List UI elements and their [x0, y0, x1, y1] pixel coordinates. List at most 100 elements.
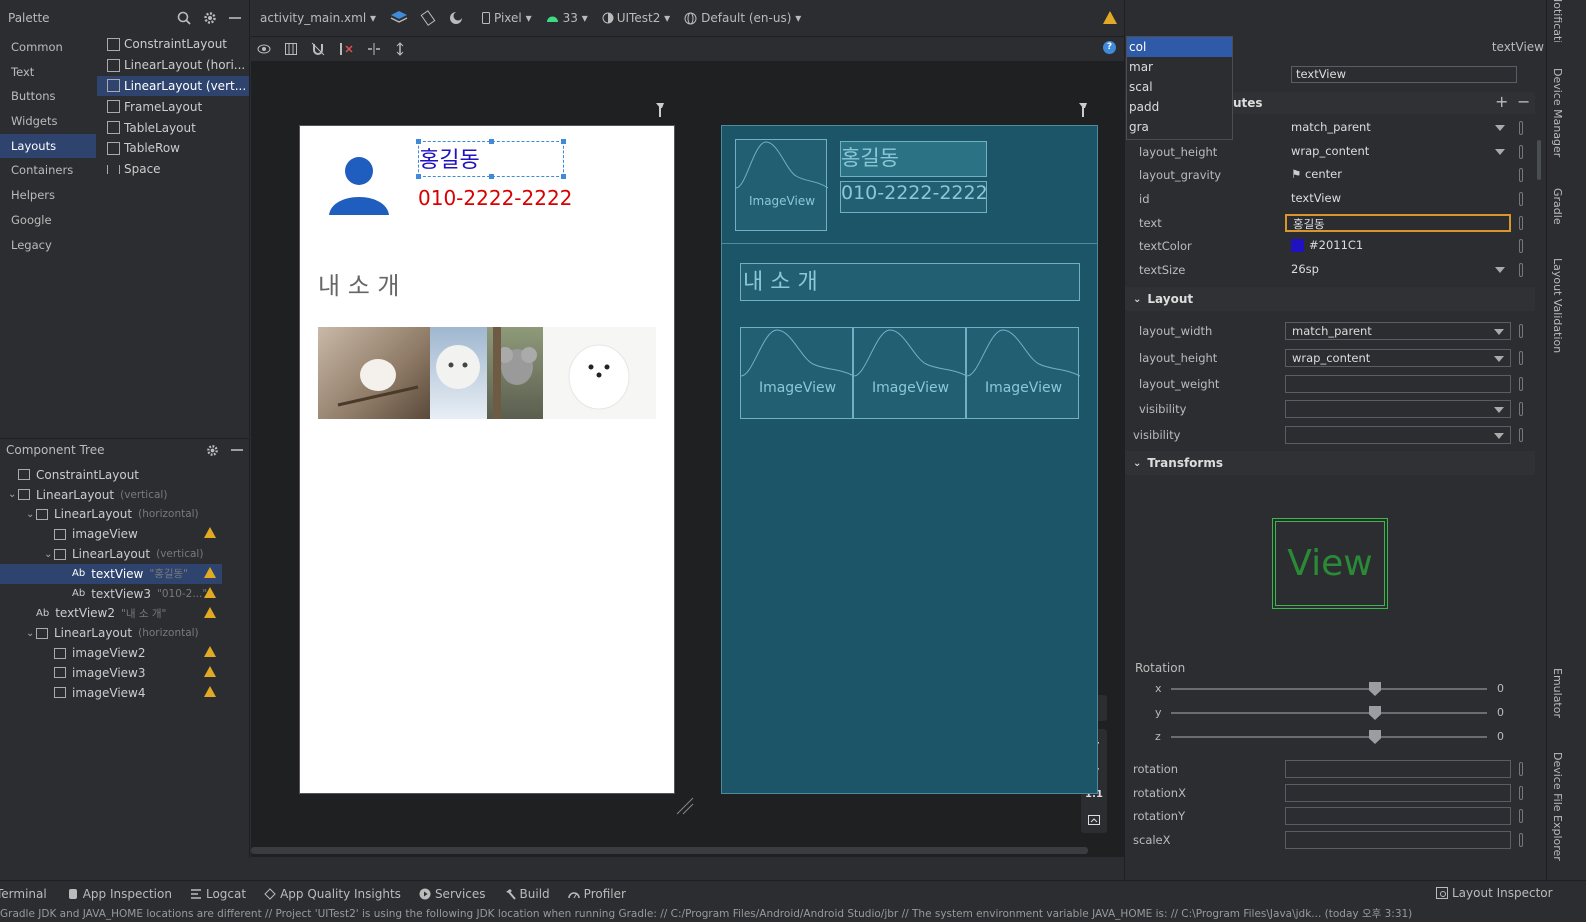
bird-image[interactable]	[318, 327, 430, 419]
tool-terminal[interactable]: Terminal	[0, 887, 47, 901]
warning-icon[interactable]	[204, 685, 216, 697]
tree-row[interactable]: ConstraintLayout	[0, 465, 222, 485]
attributes-scrollbar[interactable]	[1537, 140, 1541, 180]
pin-icon[interactable]	[1077, 102, 1089, 118]
autocomplete-item[interactable]: gra	[1127, 117, 1232, 137]
tool-build[interactable]: Build	[504, 887, 550, 901]
search-icon[interactable]	[177, 11, 191, 25]
id-field-top[interactable]: textView	[1291, 66, 1517, 83]
slider-thumb[interactable]	[1369, 730, 1381, 744]
warning-icon[interactable]	[204, 586, 216, 598]
tool-device-file-explorer[interactable]: Device File Explorer	[1551, 752, 1564, 861]
api-selector[interactable]: 33 ▾	[546, 11, 588, 25]
bp-imageview[interactable]: ImageView	[966, 327, 1080, 419]
gear-icon[interactable]	[206, 444, 219, 457]
resource-picker-button[interactable]	[1519, 376, 1523, 391]
slider-thumb[interactable]	[1369, 682, 1381, 696]
status-line[interactable]: Gradle JDK and JAVA_HOME locations are d…	[0, 906, 1586, 922]
resource-picker-button[interactable]	[1519, 215, 1523, 230]
tool-layout-validation[interactable]: Layout Validation	[1551, 258, 1564, 353]
minimize-icon[interactable]	[231, 444, 243, 456]
attribute-value-field[interactable]	[1285, 425, 1511, 444]
attribute-value-field[interactable]	[1285, 830, 1511, 849]
palette-category-legacy[interactable]: Legacy	[0, 233, 96, 258]
minimize-icon[interactable]	[229, 12, 241, 24]
resource-picker-button[interactable]	[1519, 323, 1523, 338]
tree-row[interactable]: Ab textView "홍길동"	[0, 563, 222, 584]
resource-picker-button[interactable]	[1519, 785, 1523, 800]
attribute-value-field[interactable]: 홍길동	[1285, 213, 1511, 232]
palette-category-layouts[interactable]: Layouts	[0, 133, 96, 159]
tree-row[interactable]: imageView4	[0, 683, 222, 703]
warning-icon[interactable]	[1103, 11, 1117, 24]
palette-item[interactable]: LinearLayout (hori...	[97, 55, 249, 76]
attribute-value-field[interactable]: 26sp	[1285, 260, 1511, 279]
attribute-value-field[interactable]: textView	[1285, 189, 1511, 208]
palette-category-buttons[interactable]: Buttons	[0, 84, 96, 109]
magnet-off-icon[interactable]	[311, 42, 325, 56]
palette-category-common[interactable]: Common	[0, 35, 96, 60]
resource-picker-button[interactable]	[1519, 120, 1523, 135]
tree-row[interactable]: imageView	[0, 524, 222, 544]
warning-icon[interactable]	[204, 527, 216, 539]
slider-thumb[interactable]	[1369, 706, 1381, 720]
tool-logcat[interactable]: Logcat	[190, 887, 246, 901]
palette-category-text[interactable]: Text	[0, 60, 96, 85]
tool-services[interactable]: Services	[419, 887, 486, 901]
palette-category-widgets[interactable]: Widgets	[0, 109, 96, 134]
palette-item[interactable]: LinearLayout (vert...	[97, 75, 249, 97]
transforms-section-header[interactable]: ⌄ Transforms	[1125, 451, 1535, 475]
tool-profiler[interactable]: Profiler	[567, 887, 626, 901]
add-attribute-button[interactable]: +	[1495, 92, 1508, 111]
person-icon[interactable]	[328, 155, 390, 217]
resize-handle-icon[interactable]	[675, 796, 695, 816]
tool-emulator[interactable]: Emulator	[1551, 668, 1564, 718]
design-preview[interactable]: 홍길동 010-2222-2222 내 소 개	[299, 125, 675, 794]
chevron-down-icon[interactable]: ⌄	[8, 489, 18, 500]
resource-picker-button[interactable]	[1519, 427, 1523, 442]
resource-picker-button[interactable]	[1519, 832, 1523, 847]
layout-section-header[interactable]: ⌄ Layout	[1125, 287, 1535, 311]
attribute-value-field[interactable]: ⚑ center	[1285, 166, 1511, 185]
warning-icon[interactable]	[204, 566, 216, 578]
orientation-icon[interactable]	[420, 10, 436, 26]
chevron-down-icon[interactable]: ⌄	[44, 549, 54, 560]
tool-app-quality[interactable]: App Quality Insights	[264, 887, 401, 901]
autocomplete-item[interactable]: padd	[1127, 97, 1232, 117]
palette-item[interactable]: TableRow	[97, 138, 249, 159]
resource-picker-button[interactable]	[1519, 168, 1523, 183]
resource-picker-button[interactable]	[1519, 809, 1523, 824]
night-mode-icon[interactable]	[448, 10, 464, 26]
rotation-slider[interactable]	[1171, 706, 1487, 720]
attribute-value-field[interactable]	[1285, 374, 1511, 393]
tree-row[interactable]: Ab textView3 "010-2..."	[0, 584, 222, 604]
tool-app-inspection[interactable]: App Inspection	[67, 887, 172, 901]
pin-icon[interactable]	[654, 102, 666, 118]
help-icon[interactable]: ?	[1103, 41, 1116, 54]
selected-textview[interactable]: 홍길동	[416, 139, 566, 179]
resource-picker-button[interactable]	[1519, 761, 1523, 776]
autocomplete-item[interactable]: col	[1127, 37, 1232, 57]
resource-picker-button[interactable]	[1519, 262, 1523, 277]
pack-vertical-icon[interactable]	[395, 42, 405, 56]
koala-image[interactable]	[487, 327, 543, 419]
theme-selector[interactable]: UITest2 ▾	[602, 11, 670, 25]
attribute-value-field[interactable]: wrap_content	[1285, 348, 1511, 367]
autocomplete-item[interactable]: scal	[1127, 77, 1232, 97]
bp-imageview[interactable]: ImageView	[735, 139, 828, 231]
rotation-slider[interactable]	[1171, 682, 1487, 696]
rotation-slider[interactable]	[1171, 730, 1487, 744]
bp-textview-phone[interactable]: 010-2222-2222	[840, 181, 988, 213]
palette-item[interactable]: ConstraintLayout	[97, 34, 249, 55]
palette-item[interactable]: Space	[97, 159, 249, 180]
palette-item[interactable]: FrameLayout	[97, 96, 249, 117]
warning-icon[interactable]	[204, 646, 216, 658]
intro-text[interactable]: 내 소 개	[318, 266, 400, 301]
palette-category-containers[interactable]: Containers	[0, 158, 96, 183]
resource-picker-button[interactable]	[1519, 239, 1523, 254]
attribute-value-field[interactable]	[1285, 400, 1511, 419]
tree-row[interactable]: ⌄ LinearLayout (horizontal)	[0, 505, 222, 525]
tool-gradle[interactable]: Gradle	[1551, 188, 1564, 225]
attribute-value-field[interactable]	[1285, 807, 1511, 826]
attribute-value-field[interactable]: match_parent	[1285, 321, 1511, 340]
